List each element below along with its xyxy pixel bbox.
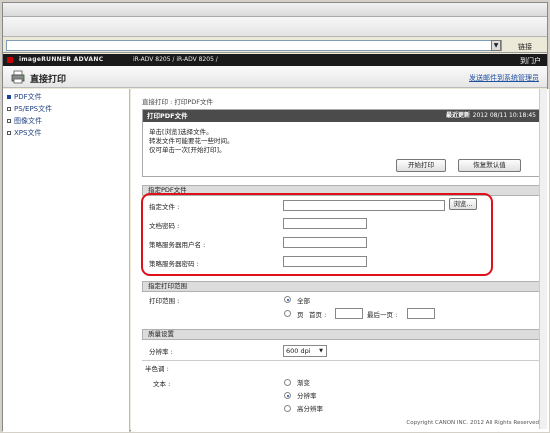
- restore-defaults-button[interactable]: 恢复默认值: [458, 159, 521, 172]
- halftone-gradation-radio[interactable]: [284, 379, 291, 386]
- page-titlebar: 直接打印 发送邮件到系统管理员: [3, 66, 547, 88]
- address-field[interactable]: ▼: [6, 40, 502, 51]
- sidebar-item-pdf[interactable]: PDF文件: [3, 91, 129, 103]
- doc-password-field[interactable]: [283, 218, 367, 229]
- breadcrumb: 直接打印 : 打印PDF文件: [142, 98, 213, 106]
- canon-logo-icon: [7, 57, 13, 63]
- address-row: ▼ 链接: [3, 37, 547, 53]
- portal-link[interactable]: 到门户: [520, 56, 541, 66]
- sidebar-item-xps[interactable]: XPS文件: [3, 127, 129, 139]
- printer-icon: [11, 70, 25, 84]
- page-title: 直接打印: [30, 75, 67, 85]
- browse-button[interactable]: 浏览...: [449, 198, 477, 210]
- chevron-down-icon: ▼: [319, 348, 323, 354]
- halftone-option-label: 渐变: [297, 379, 310, 387]
- instruction-line: 仅可单击一次[开始打印]。: [149, 146, 226, 154]
- instructions: 单击[浏览]选择文件。 转发文件可能要花一些时间。 仅可单击一次[开始打印]。: [149, 128, 234, 155]
- browser-window: ▼ 链接 imageRUNNER ADVANC iR-ADV 8205 / iR…: [2, 2, 549, 432]
- sidebar-item-label: PS/EPS文件: [14, 105, 53, 113]
- sidebar-item-ps-eps[interactable]: PS/EPS文件: [3, 103, 129, 115]
- resolution-label: 分辨率 :: [149, 348, 173, 356]
- resolution-value: 600 dpi: [286, 347, 311, 355]
- bullet-icon: [7, 119, 11, 123]
- sidebar: PDF文件 PS/EPS文件 图像文件 XPS文件: [3, 89, 130, 432]
- print-pdf-panel: 打印PDF文件 最近更新 2012 08/11 10:18:45 单击[浏览]选…: [142, 109, 541, 177]
- text-label: 文本 :: [153, 380, 171, 388]
- policy-password-field[interactable]: [283, 256, 367, 267]
- last-updated-value: 2012 08/11 10:18:45: [472, 112, 536, 119]
- first-page-field[interactable]: [335, 308, 363, 319]
- divider: [142, 360, 541, 361]
- file-path-field[interactable]: [283, 200, 445, 211]
- halftone-label: 半色调 :: [145, 365, 169, 373]
- product-name: imageRUNNER ADVANC: [19, 56, 104, 63]
- range-all-label: 全部: [297, 297, 310, 305]
- copyright: Copyright CANON INC. 2012 All Rights Res…: [406, 420, 539, 426]
- main-content: 直接打印 : 打印PDF文件 打印PDF文件 最近更新 2012 08/11 1…: [131, 89, 549, 432]
- doc-password-label: 文档密码 :: [149, 222, 180, 230]
- range-pages-label: 页: [297, 311, 304, 319]
- menu-bar: [3, 3, 547, 17]
- instruction-line: 转发文件可能要花一些时间。: [149, 137, 234, 145]
- address-dropdown-button[interactable]: ▼: [491, 40, 501, 51]
- policy-user-field[interactable]: [283, 237, 367, 248]
- last-page-label: 最后一页 :: [367, 311, 398, 319]
- sidebar-item-label: XPS文件: [14, 129, 42, 137]
- policy-password-label: 策略服务器密码 :: [149, 260, 199, 268]
- range-all-radio[interactable]: [284, 296, 291, 303]
- device-model: iR-ADV 8205 / iR-ADV 8205 /: [133, 56, 218, 63]
- sidebar-item-label: PDF文件: [14, 93, 42, 101]
- print-range-header: 指定打印范围: [142, 281, 541, 292]
- policy-user-label: 策略服务器用户名 :: [149, 241, 206, 249]
- panel-title: 打印PDF文件: [147, 112, 188, 120]
- quality-header: 质量设置: [142, 329, 541, 340]
- halftone-option-label: 分辨率: [297, 392, 317, 400]
- halftone-option-label: 高分辨率: [297, 405, 323, 413]
- panel-header: 打印PDF文件 最近更新 2012 08/11 10:18:45: [143, 110, 540, 122]
- vertical-scrollbar[interactable]: [539, 89, 547, 429]
- links-label[interactable]: 链接: [518, 42, 532, 52]
- specify-file-header: 指定PDF文件: [142, 185, 541, 196]
- halftone-high-resolution-radio[interactable]: [284, 405, 291, 412]
- last-page-field[interactable]: [407, 308, 435, 319]
- file-label: 指定文件 :: [149, 203, 180, 211]
- last-updated-label: 最近更新: [445, 112, 470, 119]
- bullet-icon: [7, 95, 11, 99]
- sidebar-item-image[interactable]: 图像文件: [3, 115, 129, 127]
- sidebar-item-label: 图像文件: [14, 117, 42, 125]
- browser-toolbar: [3, 17, 547, 37]
- resolution-select[interactable]: 600 dpi ▼: [283, 345, 327, 357]
- range-pages-radio[interactable]: [284, 310, 291, 317]
- bullet-icon: [7, 131, 11, 135]
- email-admin-link[interactable]: 发送邮件到系统管理员: [469, 73, 539, 83]
- device-header: imageRUNNER ADVANC iR-ADV 8205 / iR-ADV …: [3, 54, 547, 66]
- bullet-icon: [7, 107, 11, 111]
- start-print-button[interactable]: 开始打印: [396, 159, 446, 172]
- instruction-line: 单击[浏览]选择文件。: [149, 128, 213, 136]
- halftone-resolution-radio[interactable]: [284, 392, 291, 399]
- print-range-label: 打印范围 :: [149, 297, 180, 305]
- first-page-label: 首页 :: [309, 311, 327, 319]
